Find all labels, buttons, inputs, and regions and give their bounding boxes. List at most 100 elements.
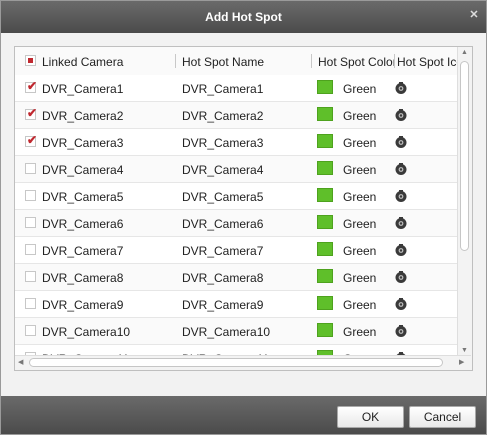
hot-spot-name-cell[interactable]: DVR_Camera5 [182,190,263,204]
row-checkbox[interactable]: ✔ [25,133,38,147]
linked-camera-cell: DVR_Camera9 [42,298,124,312]
scroll-right-icon[interactable]: ▶ [459,358,464,366]
row-checkbox[interactable] [25,244,36,255]
hot-spot-color-cell[interactable]: Green [343,244,376,258]
linked-camera-cell: DVR_Camera1 [42,82,124,96]
checkmark-icon: ✔ [27,106,38,120]
hot-spot-name-cell[interactable]: DVR_Camera8 [182,271,263,285]
row-checkbox[interactable]: ✔ [25,79,38,93]
row-checkbox[interactable] [25,271,36,282]
camera-icon[interactable] [394,189,408,203]
linked-camera-cell: DVR_Camera5 [42,190,124,204]
cancel-button[interactable]: Cancel [409,406,476,428]
hot-spot-color-cell[interactable]: Green [343,190,376,204]
hot-spot-color-cell[interactable]: Green [343,163,376,177]
add-hot-spot-dialog: Add Hot Spot ✕ Linked Camera Hot Spot Na… [0,0,487,435]
checkmark-icon: ✔ [27,79,38,93]
hot-spot-color-cell[interactable]: Green [343,109,376,123]
linked-camera-cell: DVR_Camera3 [42,136,124,150]
camera-icon[interactable] [394,216,408,230]
color-swatch[interactable] [317,188,333,202]
table-row[interactable]: DVR_Camera9 DVR_Camera9 Green [15,291,471,318]
hot-spot-name-cell[interactable]: DVR_Camera6 [182,217,263,231]
vertical-scrollbar[interactable]: ▲ ▼ [457,47,472,370]
color-swatch[interactable] [317,323,333,337]
hot-spot-name-cell[interactable]: DVR_Camera7 [182,244,263,258]
row-checkbox[interactable] [25,163,36,174]
hot-spot-name-cell[interactable]: DVR_Camera3 [182,136,263,150]
column-header-linked-camera[interactable]: Linked Camera [42,55,172,69]
scroll-down-icon[interactable]: ▼ [461,347,468,354]
hot-spot-color-cell[interactable]: Green [343,136,376,150]
linked-camera-cell: DVR_Camera2 [42,109,124,123]
camera-icon[interactable] [394,270,408,284]
linked-camera-cell: DVR_Camera8 [42,271,124,285]
vertical-scroll-thumb[interactable] [460,61,469,251]
hot-spot-color-cell[interactable]: Green [343,325,376,339]
hot-spot-name-cell[interactable]: DVR_Camera9 [182,298,263,312]
table-row[interactable]: ✔ DVR_Camera1 DVR_Camera1 Green [15,75,471,102]
table-row[interactable]: DVR_Camera6 DVR_Camera6 Green [15,210,471,237]
select-all-checkbox[interactable] [25,55,36,66]
color-swatch[interactable] [317,134,333,148]
row-checkbox[interactable] [25,298,36,309]
column-header-hot-spot-name[interactable]: Hot Spot Name [182,55,310,69]
hot-spot-color-cell[interactable]: Green [343,298,376,312]
linked-camera-cell: DVR_Camera6 [42,217,124,231]
table-header: Linked Camera Hot Spot Name Hot Spot Col… [15,47,471,76]
color-swatch[interactable] [317,296,333,310]
camera-icon[interactable] [394,135,408,149]
table-row[interactable]: ✔ DVR_Camera2 DVR_Camera2 Green [15,102,471,129]
table-row[interactable]: DVR_Camera4 DVR_Camera4 Green [15,156,471,183]
horizontal-scroll-thumb[interactable] [29,358,443,367]
camera-icon[interactable] [394,243,408,257]
table-row[interactable]: DVR_Camera5 DVR_Camera5 Green [15,183,471,210]
row-checkbox[interactable] [25,190,36,201]
column-divider [394,54,395,68]
hot-spot-color-cell[interactable]: Green [343,217,376,231]
column-divider [175,54,176,68]
camera-icon[interactable] [394,81,408,95]
hot-spot-color-cell[interactable]: Green [343,271,376,285]
ok-button[interactable]: OK [337,406,404,428]
table-row[interactable]: ✔ DVR_Camera3 DVR_Camera3 Green [15,129,471,156]
camera-icon[interactable] [394,162,408,176]
hot-spot-table: Linked Camera Hot Spot Name Hot Spot Col… [14,46,473,371]
hot-spot-name-cell[interactable]: DVR_Camera2 [182,109,263,123]
row-checkbox[interactable] [25,217,36,228]
dialog-titlebar: Add Hot Spot ✕ [1,1,486,33]
row-checkbox[interactable] [25,325,36,336]
close-icon[interactable]: ✕ [468,9,480,21]
hot-spot-name-cell[interactable]: DVR_Camera10 [182,325,270,339]
checkmark-icon: ✔ [27,133,38,147]
column-header-hot-spot-color[interactable]: Hot Spot Color [318,55,394,69]
color-swatch[interactable] [317,269,333,283]
color-swatch[interactable] [317,107,333,121]
color-swatch[interactable] [317,242,333,256]
table-row[interactable]: DVR_Camera10 DVR_Camera10 Green [15,318,471,345]
table-row[interactable]: DVR_Camera7 DVR_Camera7 Green [15,237,471,264]
color-swatch[interactable] [317,161,333,175]
table-row[interactable]: DVR_Camera8 DVR_Camera8 Green [15,264,471,291]
row-checkbox[interactable]: ✔ [25,106,38,120]
linked-camera-cell: DVR_Camera7 [42,244,124,258]
horizontal-scrollbar[interactable]: ◀ ▶ [15,355,471,370]
hot-spot-name-cell[interactable]: DVR_Camera4 [182,163,263,177]
camera-icon[interactable] [394,297,408,311]
camera-icon[interactable] [394,324,408,338]
column-divider [311,54,312,68]
dialog-title: Add Hot Spot [205,10,282,24]
column-header-hot-spot-icon[interactable]: Hot Spot Icon [397,55,463,69]
hot-spot-color-cell[interactable]: Green [343,82,376,96]
scroll-up-icon[interactable]: ▲ [461,49,468,56]
camera-icon[interactable] [394,108,408,122]
hot-spot-name-cell[interactable]: DVR_Camera1 [182,82,263,96]
color-swatch[interactable] [317,80,333,94]
linked-camera-cell: DVR_Camera10 [42,325,131,339]
linked-camera-cell: DVR_Camera4 [42,163,124,177]
scroll-left-icon[interactable]: ◀ [18,358,23,366]
color-swatch[interactable] [317,215,333,229]
dialog-content: Linked Camera Hot Spot Name Hot Spot Col… [1,33,486,396]
dialog-footer: OK Cancel [1,396,486,434]
table-body: ✔ DVR_Camera1 DVR_Camera1 Green ✔ DVR_Camera2… [15,75,471,370]
